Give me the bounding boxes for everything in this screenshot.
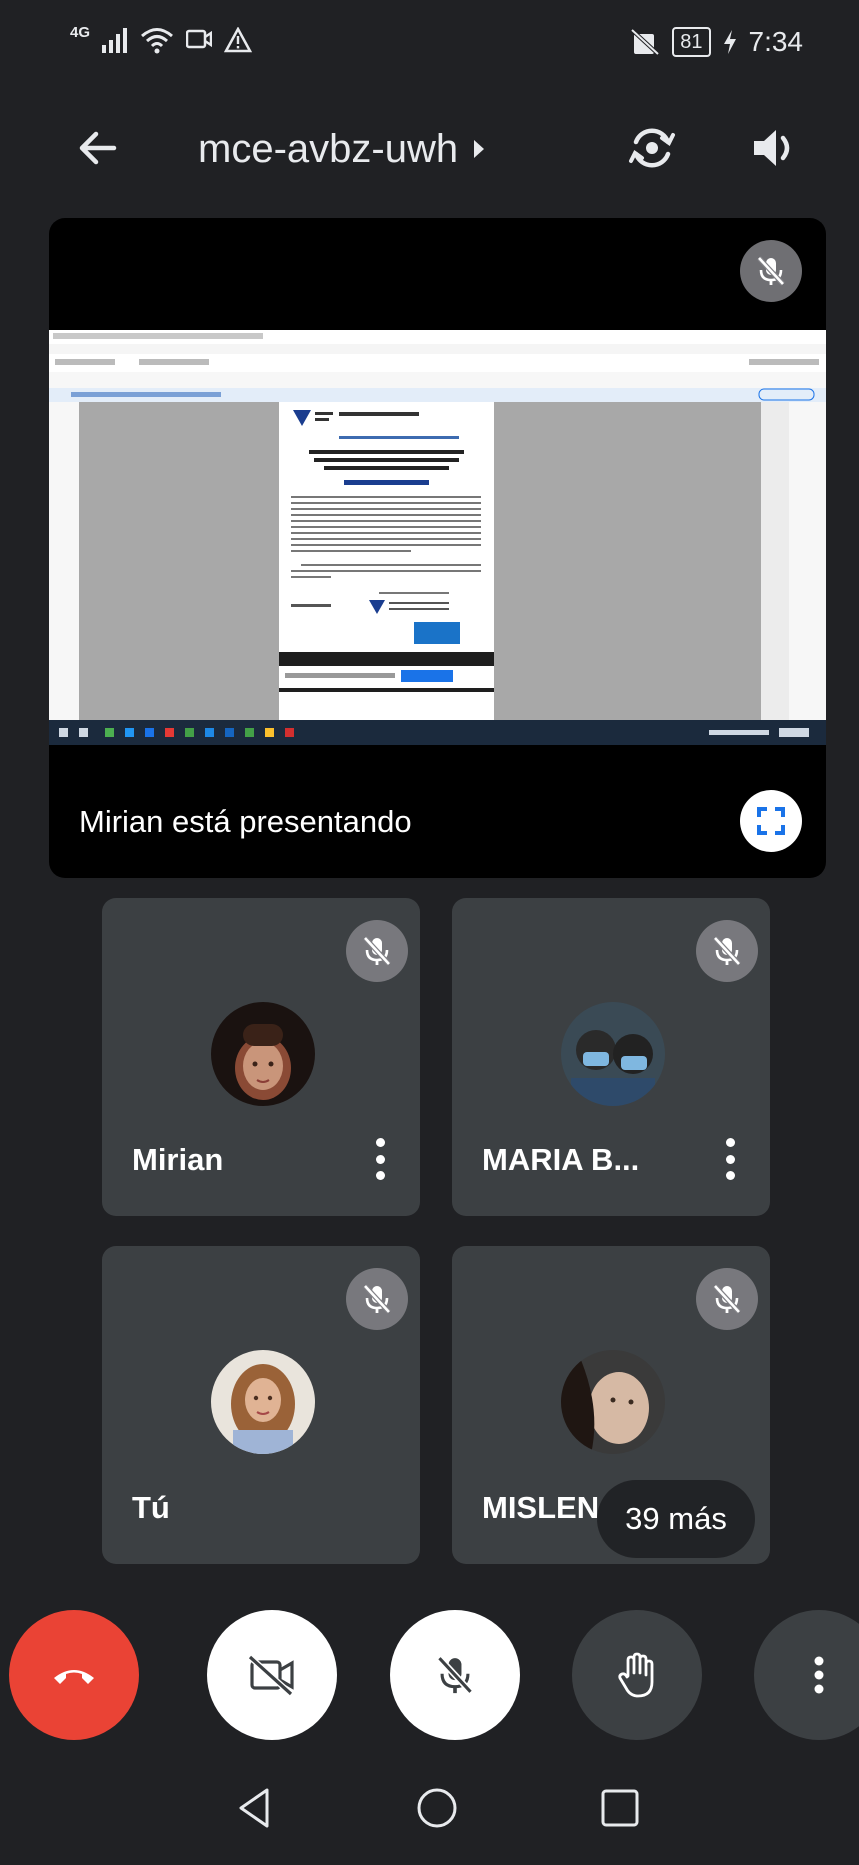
camera-toggle-button[interactable] bbox=[207, 1610, 337, 1740]
status-left: 4G bbox=[70, 23, 253, 54]
back-button[interactable] bbox=[70, 120, 126, 176]
network-type: 4G bbox=[70, 23, 91, 41]
shared-screen-content[interactable] bbox=[49, 330, 826, 745]
more-options-button[interactable] bbox=[754, 1610, 859, 1740]
battery-level: 81 bbox=[672, 27, 711, 57]
end-call-icon bbox=[54, 1670, 94, 1684]
camera-off-icon bbox=[247, 1654, 294, 1696]
participant-options-button[interactable] bbox=[716, 1134, 744, 1184]
mic-off-icon bbox=[757, 256, 785, 286]
muted-indicator bbox=[696, 1268, 758, 1330]
raise-hand-button[interactable] bbox=[572, 1610, 702, 1740]
meeting-title-button[interactable]: mce-avbz-uwh bbox=[198, 122, 486, 176]
mic-off-icon bbox=[713, 1284, 741, 1314]
warning-icon bbox=[224, 27, 253, 53]
mic-off-icon bbox=[363, 1284, 391, 1314]
presenter-muted-indicator bbox=[740, 240, 802, 302]
more-dot bbox=[725, 1154, 735, 1164]
more-dot bbox=[725, 1171, 735, 1180]
participant-options-button[interactable] bbox=[366, 1134, 394, 1184]
more-vertical-icon bbox=[814, 1656, 824, 1694]
meeting-code: mce-avbz-uwh bbox=[198, 126, 459, 171]
caret-right-icon bbox=[474, 140, 485, 158]
more-dot bbox=[375, 1171, 385, 1180]
fullscreen-button[interactable] bbox=[740, 790, 802, 852]
back-triangle-icon bbox=[239, 1788, 269, 1828]
back-arrow-icon bbox=[79, 131, 117, 165]
status-right: 81 7:34 bbox=[630, 26, 803, 58]
participant-name: MISLEN bbox=[482, 1490, 600, 1525]
participant-name: MARIA B... bbox=[482, 1142, 640, 1177]
muted-indicator bbox=[696, 920, 758, 982]
avatar bbox=[561, 1002, 665, 1106]
meet-screen: 4G 81 7:34 mce-avbz-uwh Mirian está pres… bbox=[0, 0, 859, 1865]
muted-indicator bbox=[346, 1268, 408, 1330]
nav-home-button[interactable] bbox=[413, 1784, 461, 1832]
status-bar: 4G 81 7:34 bbox=[0, 0, 859, 96]
mic-toggle-button[interactable] bbox=[390, 1610, 520, 1740]
participant-tile-mirian[interactable]: Mirian bbox=[102, 898, 420, 1216]
raise-hand-icon bbox=[618, 1652, 654, 1698]
speaker-icon bbox=[754, 130, 790, 166]
home-circle-icon bbox=[417, 1788, 457, 1828]
more-dot bbox=[375, 1154, 385, 1164]
system-nav-bar bbox=[0, 1750, 859, 1865]
recents-square-icon bbox=[601, 1789, 639, 1827]
more-dot bbox=[375, 1138, 385, 1147]
avatar bbox=[211, 1350, 315, 1454]
mic-off-icon bbox=[437, 1655, 473, 1695]
muted-indicator bbox=[346, 920, 408, 982]
avatar bbox=[211, 1002, 315, 1106]
silent-icon bbox=[630, 28, 660, 56]
participant-tile-maria[interactable]: MARIA B... bbox=[452, 898, 770, 1216]
end-call-button[interactable] bbox=[9, 1610, 139, 1740]
charging-icon bbox=[723, 30, 736, 54]
mic-off-icon bbox=[363, 936, 391, 966]
switch-camera-button[interactable] bbox=[624, 120, 680, 176]
participant-name: Tú bbox=[132, 1490, 170, 1525]
status-time: 7:34 bbox=[748, 26, 804, 57]
avatar bbox=[561, 1350, 665, 1454]
mic-off-icon bbox=[713, 936, 741, 966]
nav-recents-button[interactable] bbox=[596, 1784, 644, 1832]
signal-icon bbox=[102, 28, 128, 53]
audio-output-button[interactable] bbox=[746, 120, 802, 176]
presenter-label: Mirian está presentando bbox=[79, 804, 412, 839]
participant-tile-self[interactable]: Tú bbox=[102, 1246, 420, 1564]
more-dot bbox=[725, 1138, 735, 1147]
more-participants-button[interactable]: 39 más bbox=[597, 1480, 755, 1558]
app-bar: mce-avbz-uwh bbox=[0, 96, 859, 206]
fullscreen-icon bbox=[757, 807, 785, 835]
participant-name: Mirian bbox=[132, 1142, 224, 1177]
presentation-tile[interactable]: Mirian está presentando bbox=[49, 218, 826, 878]
switch-camera-icon bbox=[629, 128, 675, 168]
call-controls bbox=[0, 1610, 859, 1750]
nav-back-button[interactable] bbox=[231, 1784, 279, 1832]
wifi-icon bbox=[141, 28, 173, 54]
cast-icon bbox=[186, 29, 213, 49]
